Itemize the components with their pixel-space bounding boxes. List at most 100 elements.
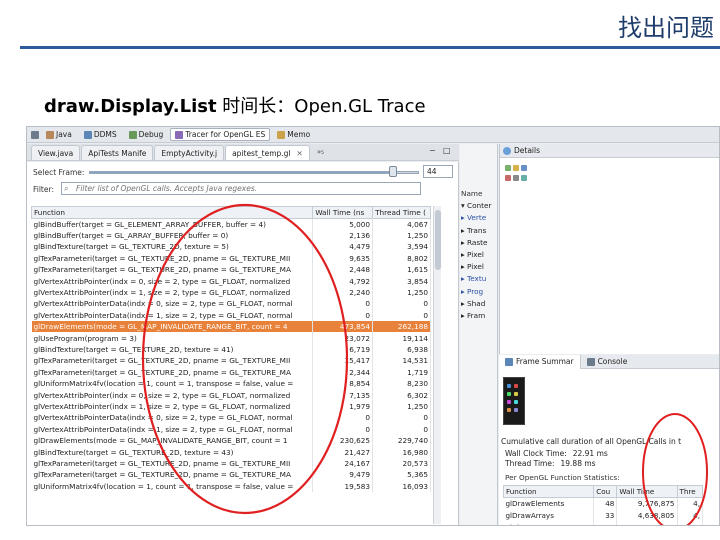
table-row[interactable]: glBindTexture(target = GL_TEXTURE_2D, te… xyxy=(31,446,431,458)
table-row[interactable]: glDrawElements(mode = GL_MAP_INVALIDATE_… xyxy=(31,434,431,447)
table-row[interactable]: glTexParameteri(target = GL_TEXTURE_2D, … xyxy=(31,355,431,367)
cell-wall-time: 24,167 xyxy=(312,457,374,470)
column-thread-time[interactable]: Thread Time ( xyxy=(372,206,431,219)
cell-wall-time: 19,583 xyxy=(312,480,374,492)
table-row[interactable]: glDrawArrays 33 4,638,805 4, xyxy=(503,509,704,522)
frame-slider[interactable] xyxy=(89,171,419,174)
cell-wall-time: 0 xyxy=(312,412,374,424)
column-function[interactable]: Function xyxy=(30,206,314,219)
function-stats-body: glDrawElements 48 9,776,875 4, glDrawArrays 3… xyxy=(503,497,704,525)
cell-function: glDrawArrays xyxy=(503,509,595,522)
cell-thread-time: 14,531 xyxy=(372,355,431,367)
column-count[interactable]: Cou xyxy=(593,485,618,498)
table-row[interactable]: glBindTexture(target = GL_TEXTURE_2D, te… xyxy=(31,343,431,356)
table-row[interactable]: glTexParameteri(target = GL_TEXTURE_2D, … xyxy=(31,366,431,378)
slide-subtitle: draw.Display.List 时间长：Open.GL Trace xyxy=(44,92,426,118)
frame-number-input[interactable]: 44 xyxy=(423,165,453,178)
tree-item[interactable]: ▸ Pixel xyxy=(461,250,499,262)
tree-item[interactable]: ▸ Shad xyxy=(461,299,499,311)
table-row[interactable]: glBindBuffer(target = GL_ARRAY_BUFFER, b… xyxy=(31,229,431,242)
table-row[interactable]: glDrawElements 48 9,776,875 4, xyxy=(503,497,704,510)
cell-function: glTexParameteri(target = GL_TEXTURE_2D, … xyxy=(31,252,314,265)
perspective-debug[interactable]: Debug xyxy=(124,128,169,141)
cell-function: glVertexAttribPointerData(indx = 0, size… xyxy=(31,412,314,424)
tab-emptyactivity[interactable]: EmptyActivity.j xyxy=(154,145,225,160)
table-row[interactable]: glUniformMatrix4fv(location = 1, count =… xyxy=(31,480,431,492)
frame-summary-pane: Frame Summar Console Cumulative call dur… xyxy=(499,354,719,525)
filter-input[interactable] xyxy=(61,182,421,195)
cell-function: glTexParameteri(target = GL_TEXTURE_2D, … xyxy=(31,355,314,367)
table-row[interactable]: glVertexAttribPointerData(indx = 1, size… xyxy=(31,309,431,322)
cell-wall-time: 8,854 xyxy=(312,377,374,390)
tab-frame-summary[interactable]: Frame Summar xyxy=(499,354,581,369)
perspective-java[interactable]: Java xyxy=(41,128,77,141)
table-row[interactable]: glVertexAttribPointerData(indx = 0, size… xyxy=(31,298,431,310)
details-icon xyxy=(503,147,511,155)
cell-wall-time: 9,776,875 xyxy=(616,497,678,510)
cell-wall-time: 0 xyxy=(312,309,374,322)
table-row[interactable]: glUniformMatrix4fv(location = 1, count =… xyxy=(31,377,431,390)
tree-item[interactable]: ▸ Textu xyxy=(461,274,499,286)
cell-function: glDrawElements xyxy=(503,497,595,510)
details-header[interactable]: Details xyxy=(500,144,719,158)
tree-item[interactable]: ▸ Trans xyxy=(461,226,499,238)
table-row[interactable]: glVertexAttribPointer(indx = 0, size = 2… xyxy=(31,389,431,401)
thread-time-row: Thread Time: 19.88 ms xyxy=(505,459,596,468)
table-row[interactable]: glTexParameteri(target = GL_TEXTURE_2D, … xyxy=(31,457,431,470)
table-row[interactable]: glTexParameteri(target = GL_TEXTURE_2D, … xyxy=(31,264,431,276)
maximize-icon[interactable]: □ xyxy=(443,146,451,155)
tab-apitests-manifest[interactable]: ApiTests Manife xyxy=(81,145,154,160)
tab-console[interactable]: Console xyxy=(581,355,634,369)
wall-clock-value: 22.91 ms xyxy=(572,449,608,458)
tree-item[interactable]: ▾ Conter xyxy=(461,201,499,213)
tree-item[interactable]: ▸ Prog xyxy=(461,287,499,299)
table-row[interactable]: glUseProgram(program = 3) 23,072 19,114 xyxy=(31,332,431,344)
table-row[interactable]: glTexParameteri(target = GL_TEXTURE_2D, … xyxy=(31,252,431,265)
details-pane: Details xyxy=(499,144,719,354)
perspective-tracer[interactable]: Tracer for OpenGL ES xyxy=(170,128,271,141)
cell-thread-time: 16,093 xyxy=(372,480,431,492)
tree-item[interactable]: ▸ Raste xyxy=(461,238,499,250)
cell-wall-time: 2,136 xyxy=(312,229,374,242)
close-icon[interactable]: ✕ xyxy=(297,149,303,158)
column-wall-time[interactable]: Wall Time xyxy=(616,485,678,498)
table-row[interactable]: glBindTexture(target = GL_TEXTURE_2D, te… xyxy=(31,241,431,253)
wall-clock-row: Wall Clock Time: 22.91 ms xyxy=(505,449,608,458)
table-row[interactable]: glVertexAttribPointer(indx = 1, size = 2… xyxy=(31,400,431,413)
search-icon: ⌕ xyxy=(64,184,69,193)
perspective-memo[interactable]: Memo xyxy=(272,128,315,141)
tree-item[interactable]: ▸ Fram xyxy=(461,311,499,323)
table-row[interactable]: glDrawElements(mode = GL_MAP_INVALIDATE_… xyxy=(31,321,431,333)
perspective-ddms[interactable]: DDMS xyxy=(79,128,122,141)
frame-slider-thumb[interactable] xyxy=(388,166,397,177)
table-row[interactable]: glVertexAttribPointer(indx = 1, size = 2… xyxy=(31,286,431,299)
tree-item[interactable]: ▸ Pixel xyxy=(461,262,499,274)
cell-wall-time: 15,417 xyxy=(312,355,374,367)
table-row[interactable]: glClear181,321,8231, xyxy=(503,521,704,525)
table-row[interactable]: glTexParameteri(target = GL_TEXTURE_2D, … xyxy=(31,469,431,481)
table-row[interactable]: glVertexAttribPointerData(indx = 0, size… xyxy=(31,412,431,424)
column-function[interactable]: Function xyxy=(502,485,595,498)
perspective-label: Debug xyxy=(138,130,164,139)
minimize-icon[interactable]: − xyxy=(429,146,436,155)
table-row[interactable]: glVertexAttribPointerData(indx = 1, size… xyxy=(31,423,431,435)
cell-function: glTexParameteri(target = GL_TEXTURE_2D, … xyxy=(31,264,314,276)
column-wall-time[interactable]: Wall Time (ns xyxy=(312,206,374,219)
ddms-icon xyxy=(83,130,92,139)
cell-function: glDrawElements(mode = GL_MAP_INVALIDATE_… xyxy=(31,434,314,447)
table-row[interactable]: glVertexAttribPointer(indx = 0, size = 2… xyxy=(31,275,431,287)
column-thread-time[interactable]: Thre xyxy=(676,485,704,498)
tree-item[interactable]: ▸ Verte xyxy=(461,213,499,225)
table-header-row: Function Cou Wall Time Thre xyxy=(502,485,704,498)
open-perspective-icon[interactable] xyxy=(31,130,39,139)
tab-apitest-temp-gl[interactable]: apitest_temp.gl ✕ xyxy=(225,145,310,160)
tab-view-java[interactable]: View.java xyxy=(31,145,81,160)
table-row[interactable]: glBindBuffer(target = GL_ELEMENT_ARRAY_B… xyxy=(31,218,431,230)
name-header: Name xyxy=(461,189,483,198)
table-scrollbar[interactable] xyxy=(433,206,441,524)
cell-thread-time: 1,250 xyxy=(372,400,431,413)
scrollbar-thumb[interactable] xyxy=(435,210,441,270)
cell-function: glVertexAttribPointer(indx = 1, size = 2… xyxy=(31,400,314,413)
cell-thread-time: 3,854 xyxy=(372,275,431,287)
more-tabs-button[interactable]: »₅ xyxy=(317,148,324,156)
